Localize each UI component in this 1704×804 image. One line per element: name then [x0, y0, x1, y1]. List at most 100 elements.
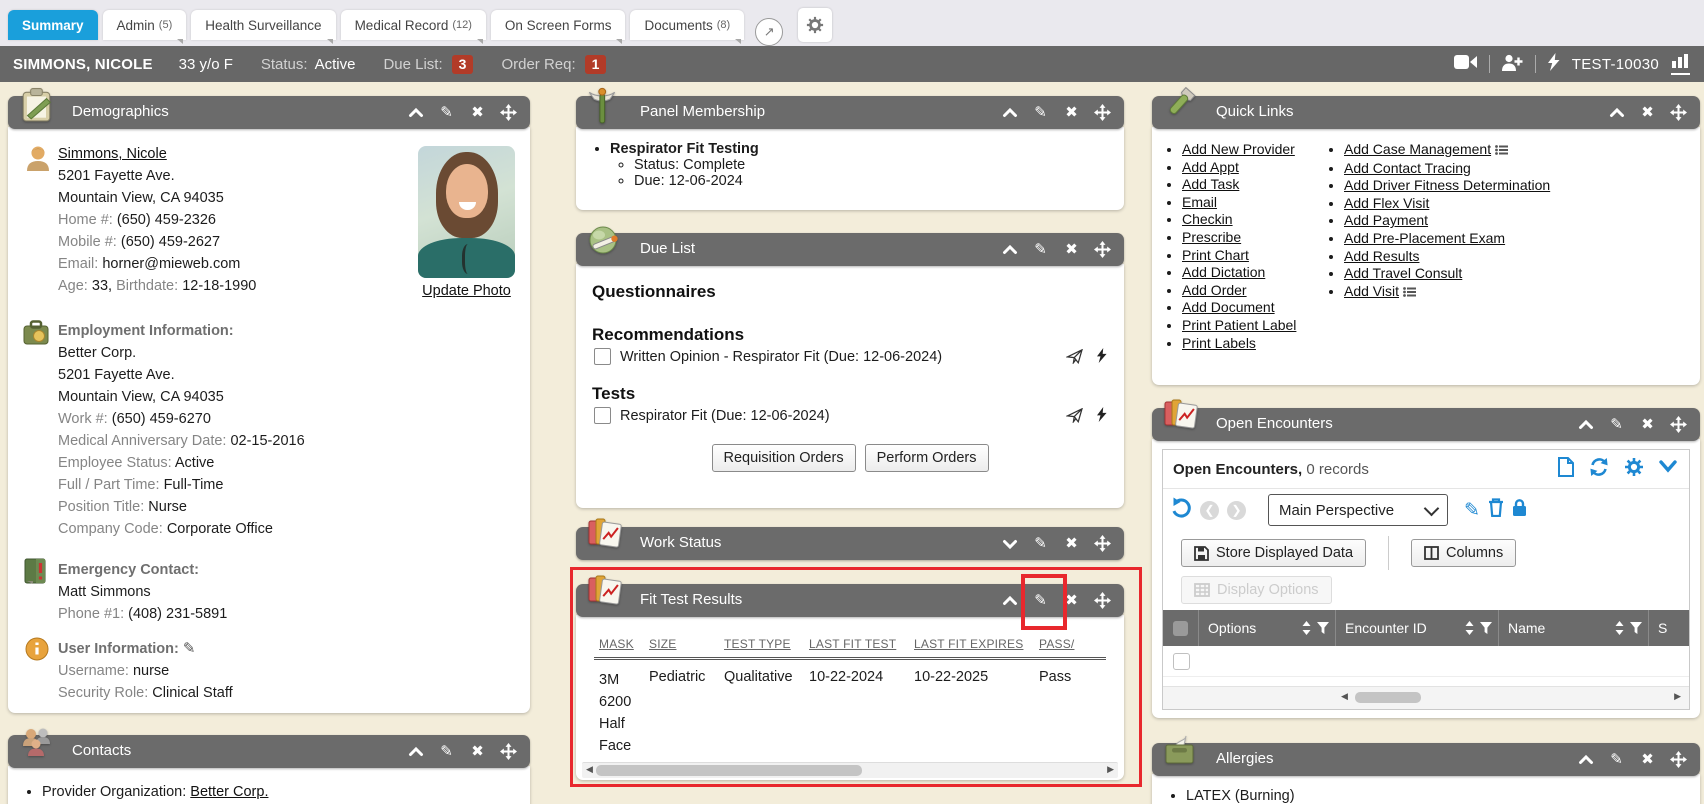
tab-on-screen-forms[interactable]: On Screen Forms [491, 10, 626, 40]
horizontal-scrollbar[interactable]: ◀ ▶ [582, 762, 1118, 778]
quick-link[interactable]: Add Visit [1344, 283, 1399, 299]
contacts-header[interactable]: Contacts ✎ ✖ [8, 735, 530, 768]
quick-link[interactable]: Add Appt [1182, 159, 1239, 175]
test-checkbox[interactable] [594, 407, 611, 424]
tab-documents[interactable]: Documents(8) [630, 10, 744, 40]
columns-button[interactable]: Columns [1411, 539, 1516, 567]
quick-link[interactable]: Print Labels [1182, 335, 1256, 351]
close-icon[interactable]: ✖ [1063, 592, 1080, 609]
provider-organization-link[interactable]: Better Corp. [190, 784, 268, 800]
move-icon[interactable] [1094, 104, 1111, 121]
close-icon[interactable]: ✖ [1063, 241, 1080, 258]
quick-link[interactable]: Add Case Management [1344, 141, 1491, 157]
tab-medical-record[interactable]: Medical Record(12) [341, 10, 486, 40]
prev-perspective-icon[interactable]: ❮ [1200, 501, 1219, 520]
collapse-icon[interactable] [1001, 104, 1018, 121]
row-checkbox[interactable] [1173, 653, 1190, 670]
patient-name-link[interactable]: Simmons, Nicole [58, 146, 167, 162]
due-list-count-badge[interactable]: 3 [452, 55, 474, 74]
due-list-header[interactable]: Due List ✎ ✖ [576, 233, 1124, 266]
scroll-left-icon[interactable]: ◀ [586, 764, 593, 775]
move-icon[interactable] [1670, 416, 1687, 433]
edit-icon[interactable]: ✎ [1608, 751, 1625, 768]
close-icon[interactable]: ✖ [1639, 104, 1656, 121]
edit-icon[interactable]: ✎ [1032, 104, 1049, 121]
col-size[interactable]: SIZE [649, 637, 676, 651]
list-menu-icon[interactable] [1495, 142, 1508, 160]
column-partial[interactable]: S [1648, 610, 1689, 646]
quick-links-header[interactable]: Quick Links ✖ [1152, 96, 1700, 129]
quick-link[interactable]: Add Task [1182, 176, 1239, 192]
collapse-icon[interactable] [1001, 592, 1018, 609]
bar-chart-icon[interactable] [1671, 54, 1690, 75]
send-order-icon[interactable] [1066, 349, 1083, 369]
quick-link[interactable]: Add Dictation [1182, 264, 1265, 280]
select-all-checkbox[interactable] [1173, 621, 1188, 636]
lightning-icon[interactable] [1548, 53, 1560, 75]
work-status-header[interactable]: Work Status ✎ ✖ [576, 527, 1124, 560]
perspective-select[interactable]: Main Perspective [1268, 494, 1448, 526]
delete-perspective-icon[interactable] [1488, 498, 1504, 522]
open-encounters-header[interactable]: Open Encounters ✎ ✖ [1152, 408, 1700, 441]
update-photo-link[interactable]: Update Photo [418, 283, 515, 299]
tab-summary[interactable]: Summary [8, 10, 98, 40]
move-icon[interactable] [500, 743, 517, 760]
store-displayed-data-button[interactable]: Store Displayed Data [1181, 539, 1366, 567]
perform-orders-button[interactable]: Perform Orders [865, 444, 989, 472]
quick-link[interactable]: Add Travel Consult [1344, 265, 1462, 281]
tab-settings-gear-icon[interactable] [798, 8, 832, 42]
scroll-thumb[interactable] [596, 765, 862, 776]
quick-link[interactable]: Add Document [1182, 299, 1275, 315]
perform-order-bolt-icon[interactable] [1097, 406, 1107, 428]
order-req-count-badge[interactable]: 1 [585, 55, 607, 74]
column-encounter-id[interactable]: Encounter ID [1335, 610, 1498, 646]
scroll-left-icon[interactable]: ◀ [1341, 691, 1348, 702]
quick-link[interactable]: Checkin [1182, 211, 1233, 227]
edit-icon[interactable]: ✎ [438, 104, 455, 121]
move-icon[interactable] [1094, 535, 1111, 552]
collapse-widget-chevron-icon[interactable] [1659, 460, 1677, 478]
col-last-fit-test[interactable]: LAST FIT TEST [809, 637, 896, 651]
col-pass[interactable]: PASS/ [1039, 637, 1074, 651]
edit-icon[interactable]: ✎ [1032, 592, 1049, 609]
fit-test-results-header[interactable]: Fit Test Results ✎ ✖ [576, 584, 1124, 617]
quick-link[interactable]: Add Payment [1344, 212, 1428, 228]
collapse-icon[interactable] [1608, 104, 1625, 121]
quick-link[interactable]: Add Results [1344, 248, 1419, 264]
move-icon[interactable] [1094, 592, 1111, 609]
quick-link[interactable]: Add Contact Tracing [1344, 160, 1471, 176]
scroll-right-icon[interactable]: ▶ [1107, 764, 1114, 775]
recommendation-checkbox[interactable] [594, 348, 611, 365]
move-icon[interactable] [1670, 751, 1687, 768]
collapse-icon[interactable] [1001, 241, 1018, 258]
close-icon[interactable]: ✖ [1063, 535, 1080, 552]
col-mask[interactable]: MASK [599, 637, 634, 651]
column-options[interactable]: Options [1198, 610, 1335, 646]
edit-user-info-icon[interactable]: ✎ [183, 640, 196, 657]
edit-perspective-icon[interactable]: ✎ [1464, 501, 1480, 520]
quick-link[interactable]: Add Pre-Placement Exam [1344, 230, 1505, 246]
video-camera-icon[interactable] [1454, 55, 1477, 73]
requisition-orders-button[interactable]: Requisition Orders [712, 444, 856, 472]
quick-link[interactable]: Add Driver Fitness Determination [1344, 177, 1550, 193]
move-icon[interactable] [500, 104, 517, 121]
close-icon[interactable]: ✖ [469, 104, 486, 121]
perform-order-bolt-icon[interactable] [1097, 347, 1107, 369]
close-icon[interactable]: ✖ [1639, 751, 1656, 768]
close-icon[interactable]: ✖ [1639, 416, 1656, 433]
reset-perspective-icon[interactable] [1171, 497, 1192, 523]
patient-photo[interactable] [418, 146, 515, 278]
collapse-icon[interactable] [407, 743, 424, 760]
lock-perspective-icon[interactable] [1512, 498, 1527, 522]
demographics-header[interactable]: Demographics ✎ ✖ [8, 96, 530, 129]
expand-icon[interactable] [1001, 535, 1018, 552]
edit-icon[interactable]: ✎ [1032, 241, 1049, 258]
col-test-type[interactable]: TEST TYPE [724, 637, 791, 651]
quick-link[interactable]: Email [1182, 194, 1217, 210]
collapse-icon[interactable] [1577, 751, 1594, 768]
column-name[interactable]: Name [1498, 610, 1648, 646]
tab-admin[interactable]: Admin(5) [103, 10, 187, 40]
quick-link[interactable]: Prescribe [1182, 229, 1241, 245]
tab-health-surveillance[interactable]: Health Surveillance [191, 10, 335, 40]
list-menu-icon[interactable] [1403, 284, 1416, 302]
